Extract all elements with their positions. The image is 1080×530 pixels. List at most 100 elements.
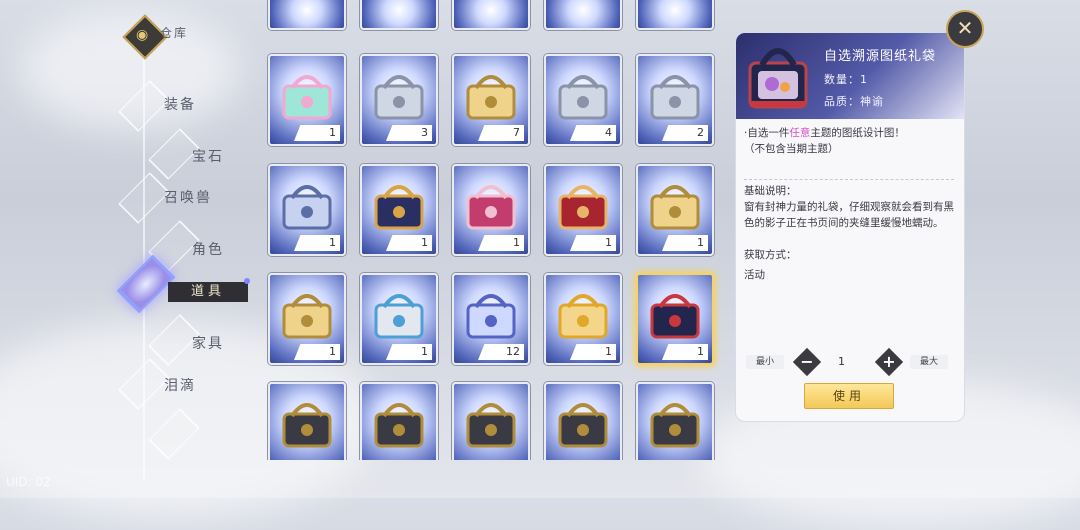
item-cell-blue-crystal-chest[interactable]: 12 — [452, 273, 530, 365]
item-count: 1 — [421, 236, 428, 249]
item-cell-dark-spiked-chest[interactable] — [360, 382, 438, 460]
item-cell-gold-gift-bag[interactable]: 7 — [452, 54, 530, 146]
item-cell-pink-ornate-chest[interactable]: 1 — [452, 164, 530, 256]
nav-item-character[interactable]: 角色 — [192, 239, 224, 259]
gold-gift-bag-icon — [282, 294, 332, 339]
red-gift-box-icon — [558, 185, 608, 230]
minus-icon: − — [800, 352, 814, 371]
item-cell-gold-gift-bag[interactable]: 1 — [268, 273, 346, 365]
item-cell-dark-spiked-chest[interactable] — [452, 382, 530, 460]
nav-item-gem[interactable]: 宝石 — [192, 146, 224, 166]
gold-gift-bag-icon — [650, 185, 700, 230]
item-cell-navy-gold-chest[interactable]: 1 — [360, 164, 438, 256]
category-nav: ◉ 仓库 装备 宝石 召唤兽 角色 道具 家具 泪滴 — [0, 0, 250, 498]
nav-item-tear[interactable]: 泪滴 — [164, 375, 196, 395]
item-cell-partial[interactable] — [360, 0, 438, 30]
item-count: 1 — [513, 236, 520, 249]
item-cell-silver-gift-bag[interactable]: 2 — [636, 54, 714, 146]
rainbow-chest-icon — [282, 75, 332, 120]
item-cell-phoenix-card[interactable]: 1 — [544, 273, 622, 365]
item-count: 7 — [513, 126, 520, 139]
item-cell-silver-metal-case[interactable]: 1 — [360, 273, 438, 365]
item-quantity: 数量：1 — [824, 73, 868, 86]
basic-heading: 基础说明： — [744, 185, 797, 197]
nav-item-summon-marker[interactable] — [118, 172, 170, 224]
basic-text: 窗有封神力量的礼袋，仔细观察就会看到有黑色的影子正在书页间的夹缝里缓慢地蠕动。 — [744, 201, 954, 229]
item-count: 1 — [329, 236, 336, 249]
dark-spiked-chest-icon — [558, 403, 608, 448]
blue-crystal-chest-icon — [466, 294, 516, 339]
use-button[interactable]: 使用 — [804, 383, 894, 409]
nav-item-equipment-marker[interactable] — [118, 80, 170, 132]
pink-ornate-chest-icon — [466, 185, 516, 230]
nav-item-tear-marker[interactable] — [118, 358, 170, 410]
nav-item-summon[interactable]: 召唤兽 — [164, 187, 212, 207]
item-count: 1 — [605, 345, 612, 358]
nav-item-furniture[interactable]: 家具 — [192, 333, 224, 353]
plus-button[interactable]: + — [874, 347, 904, 377]
silver-gift-bag-icon — [374, 75, 424, 120]
max-button[interactable]: 最大 — [910, 355, 948, 369]
silver-gift-bag-icon — [558, 75, 608, 120]
plus-icon: + — [882, 352, 896, 371]
active-indicator — [244, 278, 250, 284]
item-count: 1 — [329, 126, 336, 139]
minus-button[interactable]: − — [792, 347, 822, 377]
nav-item-extra-marker[interactable] — [148, 408, 200, 460]
item-cell-partial[interactable] — [268, 0, 346, 30]
item-detail-panel: 自选溯源图纸礼袋 数量：1 品质：神谕 ·自选一件任意主题的图纸设计图！ （不包… — [735, 32, 965, 422]
warehouse-logo: ◉ — [122, 14, 168, 60]
desc-suffix: 主题的图纸设计图！ — [810, 127, 905, 139]
item-cell-silver-gift-bag[interactable]: 4 — [544, 54, 622, 146]
gold-gift-bag-icon — [466, 75, 516, 120]
detail-header: 自选溯源图纸礼袋 数量：1 品质：神谕 — [736, 33, 964, 119]
quantity-stepper: 最小 − 1 + 最大 — [746, 347, 956, 377]
item-count: 1 — [329, 345, 336, 358]
item-cell-dark-spiked-chest[interactable] — [544, 382, 622, 460]
phoenix-card-icon — [558, 294, 608, 339]
item-cell-partial[interactable] — [544, 0, 622, 30]
item-count: 4 — [605, 126, 612, 139]
silver-metal-case-icon — [374, 294, 424, 339]
item-count: 12 — [506, 345, 520, 358]
item-cell-partial[interactable] — [452, 0, 530, 30]
quantity-value: 1 — [838, 355, 845, 368]
dark-spiked-chest-icon — [282, 403, 332, 448]
item-cell-red-gift-box[interactable]: 1 — [544, 164, 622, 256]
navy-gold-chest-icon — [374, 185, 424, 230]
item-cell-rainbow-chest[interactable]: 1 — [268, 54, 346, 146]
desc-line2: （不包含当期主题） — [744, 143, 839, 155]
min-button[interactable]: 最小 — [746, 355, 784, 369]
item-quality: 品质：神谕 — [824, 95, 884, 108]
close-button[interactable]: ✕ — [946, 10, 984, 48]
source-heading: 获取方式： — [744, 249, 797, 261]
item-description: ·自选一件任意主题的图纸设计图！ （不包含当期主题） — [744, 125, 956, 157]
tech-case-icon — [282, 185, 332, 230]
item-count: 1 — [421, 345, 428, 358]
dark-spiked-chest-icon — [466, 403, 516, 448]
item-cell-dark-spiked-chest[interactable] — [636, 382, 714, 460]
nav-item-props[interactable]: 道具 — [168, 282, 248, 302]
item-count: 1 — [605, 236, 612, 249]
bear-icon: ◉ — [136, 27, 149, 43]
item-cell-tech-case[interactable]: 1 — [268, 164, 346, 256]
desc-prefix: ·自选一件 — [744, 127, 790, 139]
item-title: 自选溯源图纸礼袋 — [824, 49, 937, 64]
divider — [744, 179, 954, 180]
source-text: 活动 — [744, 269, 765, 281]
inventory-grid: 1 3 7 4 2 1 1 1 1 1 1 1 12 1 1 — [266, 0, 726, 460]
item-cell-silver-gift-bag[interactable]: 3 — [360, 54, 438, 146]
navy-gift-bag-icon — [650, 294, 700, 339]
uid-watermark: UID: 02 — [6, 475, 51, 489]
item-count: 1 — [697, 236, 704, 249]
dark-spiked-chest-icon — [374, 403, 424, 448]
item-cell-partial[interactable] — [636, 0, 714, 30]
item-cell-gold-gift-bag[interactable]: 1 — [636, 164, 714, 256]
navy-gift-bag-icon — [748, 48, 808, 109]
item-cell-navy-gift-bag[interactable]: 1 — [636, 273, 714, 365]
desc-highlight: 任意 — [789, 127, 811, 139]
item-cell-dark-spiked-chest[interactable] — [268, 382, 346, 460]
item-count: 3 — [421, 126, 428, 139]
item-count: 2 — [697, 126, 704, 139]
nav-item-equipment[interactable]: 装备 — [164, 94, 196, 114]
